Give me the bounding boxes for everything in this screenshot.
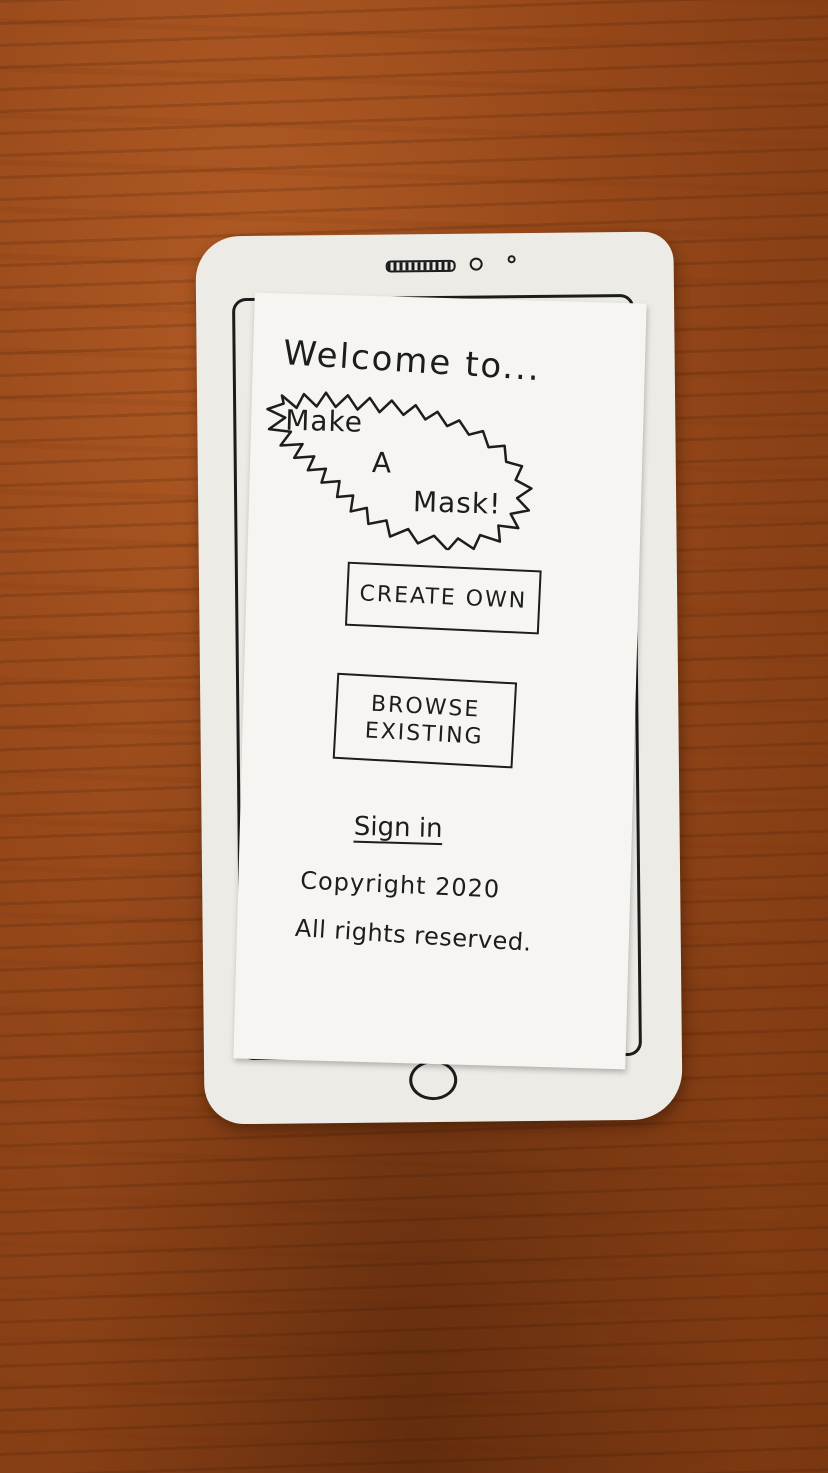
sensor-icon [507,255,516,264]
speaker-icon [385,259,456,273]
sign-in-link[interactable]: Sign in [353,812,442,844]
logo-word-a: A [371,446,393,480]
browse-label-line2: EXISTING [364,718,485,750]
camera-icon [469,257,483,271]
rights-reserved-text: All rights reserved. [294,913,533,957]
welcome-heading: Welcome to... [281,333,543,390]
home-button[interactable] [409,1059,458,1101]
browse-existing-button[interactable]: BROWSE EXISTING [332,672,518,769]
create-own-button[interactable]: CREATE OWN [344,561,542,635]
welcome-screen: Welcome to... Make A Mask! CREATE OWN BR… [233,292,647,1070]
copyright-text: Copyright 2020 [299,866,501,904]
logo-word-make: Make [284,403,364,439]
logo-word-mask: Mask! [412,485,502,521]
create-own-label: CREATE OWN [358,581,528,615]
